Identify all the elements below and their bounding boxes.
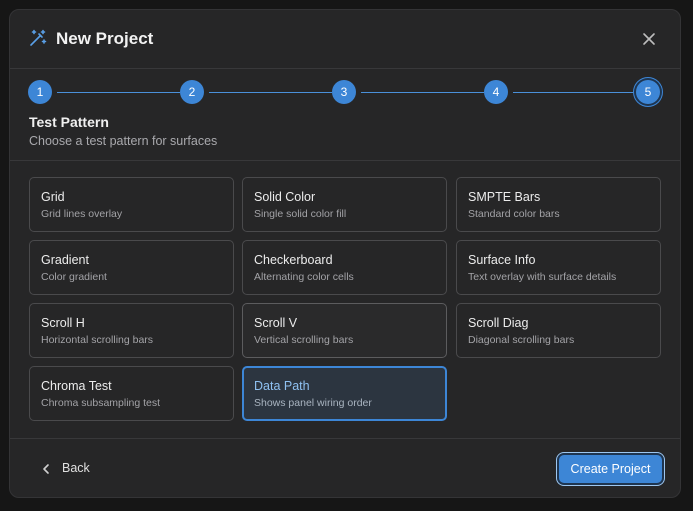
step-3[interactable]: 3: [332, 80, 356, 104]
magic-wand-icon: [29, 29, 47, 47]
pattern-name: Scroll Diag: [468, 316, 529, 330]
step-5[interactable]: 5: [636, 80, 660, 104]
pattern-name: Scroll H: [41, 316, 85, 330]
dialog-title: New Project: [56, 29, 154, 48]
pattern-card-scroll-diag[interactable]: Scroll Diag Diagonal scrolling bars: [456, 303, 661, 358]
divider: [10, 160, 680, 161]
step-2[interactable]: 2: [180, 80, 204, 104]
create-project-button[interactable]: Create Project: [559, 455, 662, 483]
pattern-description: Color gradient: [41, 271, 107, 283]
step-connector: [513, 92, 636, 93]
pattern-name: Chroma Test: [41, 379, 112, 393]
pattern-name: SMPTE Bars: [468, 190, 541, 204]
pattern-description: Vertical scrolling bars: [254, 334, 354, 346]
close-icon[interactable]: [640, 30, 658, 48]
pattern-description: Shows panel wiring order: [254, 397, 372, 409]
pattern-name: Scroll V: [254, 316, 298, 330]
new-project-dialog: New Project 1 2 3 4 5 Test Pattern Choos…: [9, 9, 681, 498]
pattern-card-data-path[interactable]: Data Path Shows panel wiring order: [242, 366, 447, 421]
pattern-description: Alternating color cells: [254, 271, 354, 283]
pattern-card-chroma-test[interactable]: Chroma Test Chroma subsampling test: [29, 366, 234, 421]
pattern-description: Standard color bars: [468, 208, 560, 220]
section-title: Test Pattern: [29, 114, 109, 130]
pattern-card-gradient[interactable]: Gradient Color gradient: [29, 240, 234, 295]
back-label: Back: [62, 461, 90, 475]
stepper: 1 2 3 4 5: [28, 80, 664, 106]
pattern-description: Chroma subsampling test: [41, 397, 161, 409]
pattern-name: Solid Color: [254, 190, 316, 204]
pattern-name: Grid: [41, 190, 65, 204]
pattern-card-grid[interactable]: Grid Grid lines overlay: [29, 177, 234, 232]
step-1[interactable]: 1: [28, 80, 52, 104]
step-4[interactable]: 4: [484, 80, 508, 104]
pattern-name: Surface Info: [468, 253, 536, 267]
divider: [10, 438, 680, 439]
pattern-name: Checkerboard: [254, 253, 333, 267]
step-connector: [209, 92, 332, 93]
pattern-description: Grid lines overlay: [41, 208, 123, 220]
pattern-card-smpte-bars[interactable]: SMPTE Bars Standard color bars: [456, 177, 661, 232]
pattern-card-surface-info[interactable]: Surface Info Text overlay with surface d…: [456, 240, 661, 295]
step-connector: [361, 92, 484, 93]
pattern-card-scroll-h[interactable]: Scroll H Horizontal scrolling bars: [29, 303, 234, 358]
pattern-description: Diagonal scrolling bars: [468, 334, 575, 346]
pattern-name: Gradient: [41, 253, 89, 267]
chevron-left-icon: [43, 464, 49, 474]
pattern-description: Single solid color fill: [254, 208, 347, 220]
pattern-name: Data Path: [254, 379, 310, 393]
step-connector: [57, 92, 180, 93]
pattern-description: Text overlay with surface details: [468, 271, 617, 283]
pattern-card-checkerboard[interactable]: Checkerboard Alternating color cells: [242, 240, 447, 295]
pattern-description: Horizontal scrolling bars: [41, 334, 154, 346]
dialog-header: New Project: [10, 10, 680, 69]
pattern-card-solid-color[interactable]: Solid Color Single solid color fill: [242, 177, 447, 232]
pattern-card-scroll-v[interactable]: Scroll V Vertical scrolling bars: [242, 303, 447, 358]
section-subtitle: Choose a test pattern for surfaces: [29, 134, 218, 148]
